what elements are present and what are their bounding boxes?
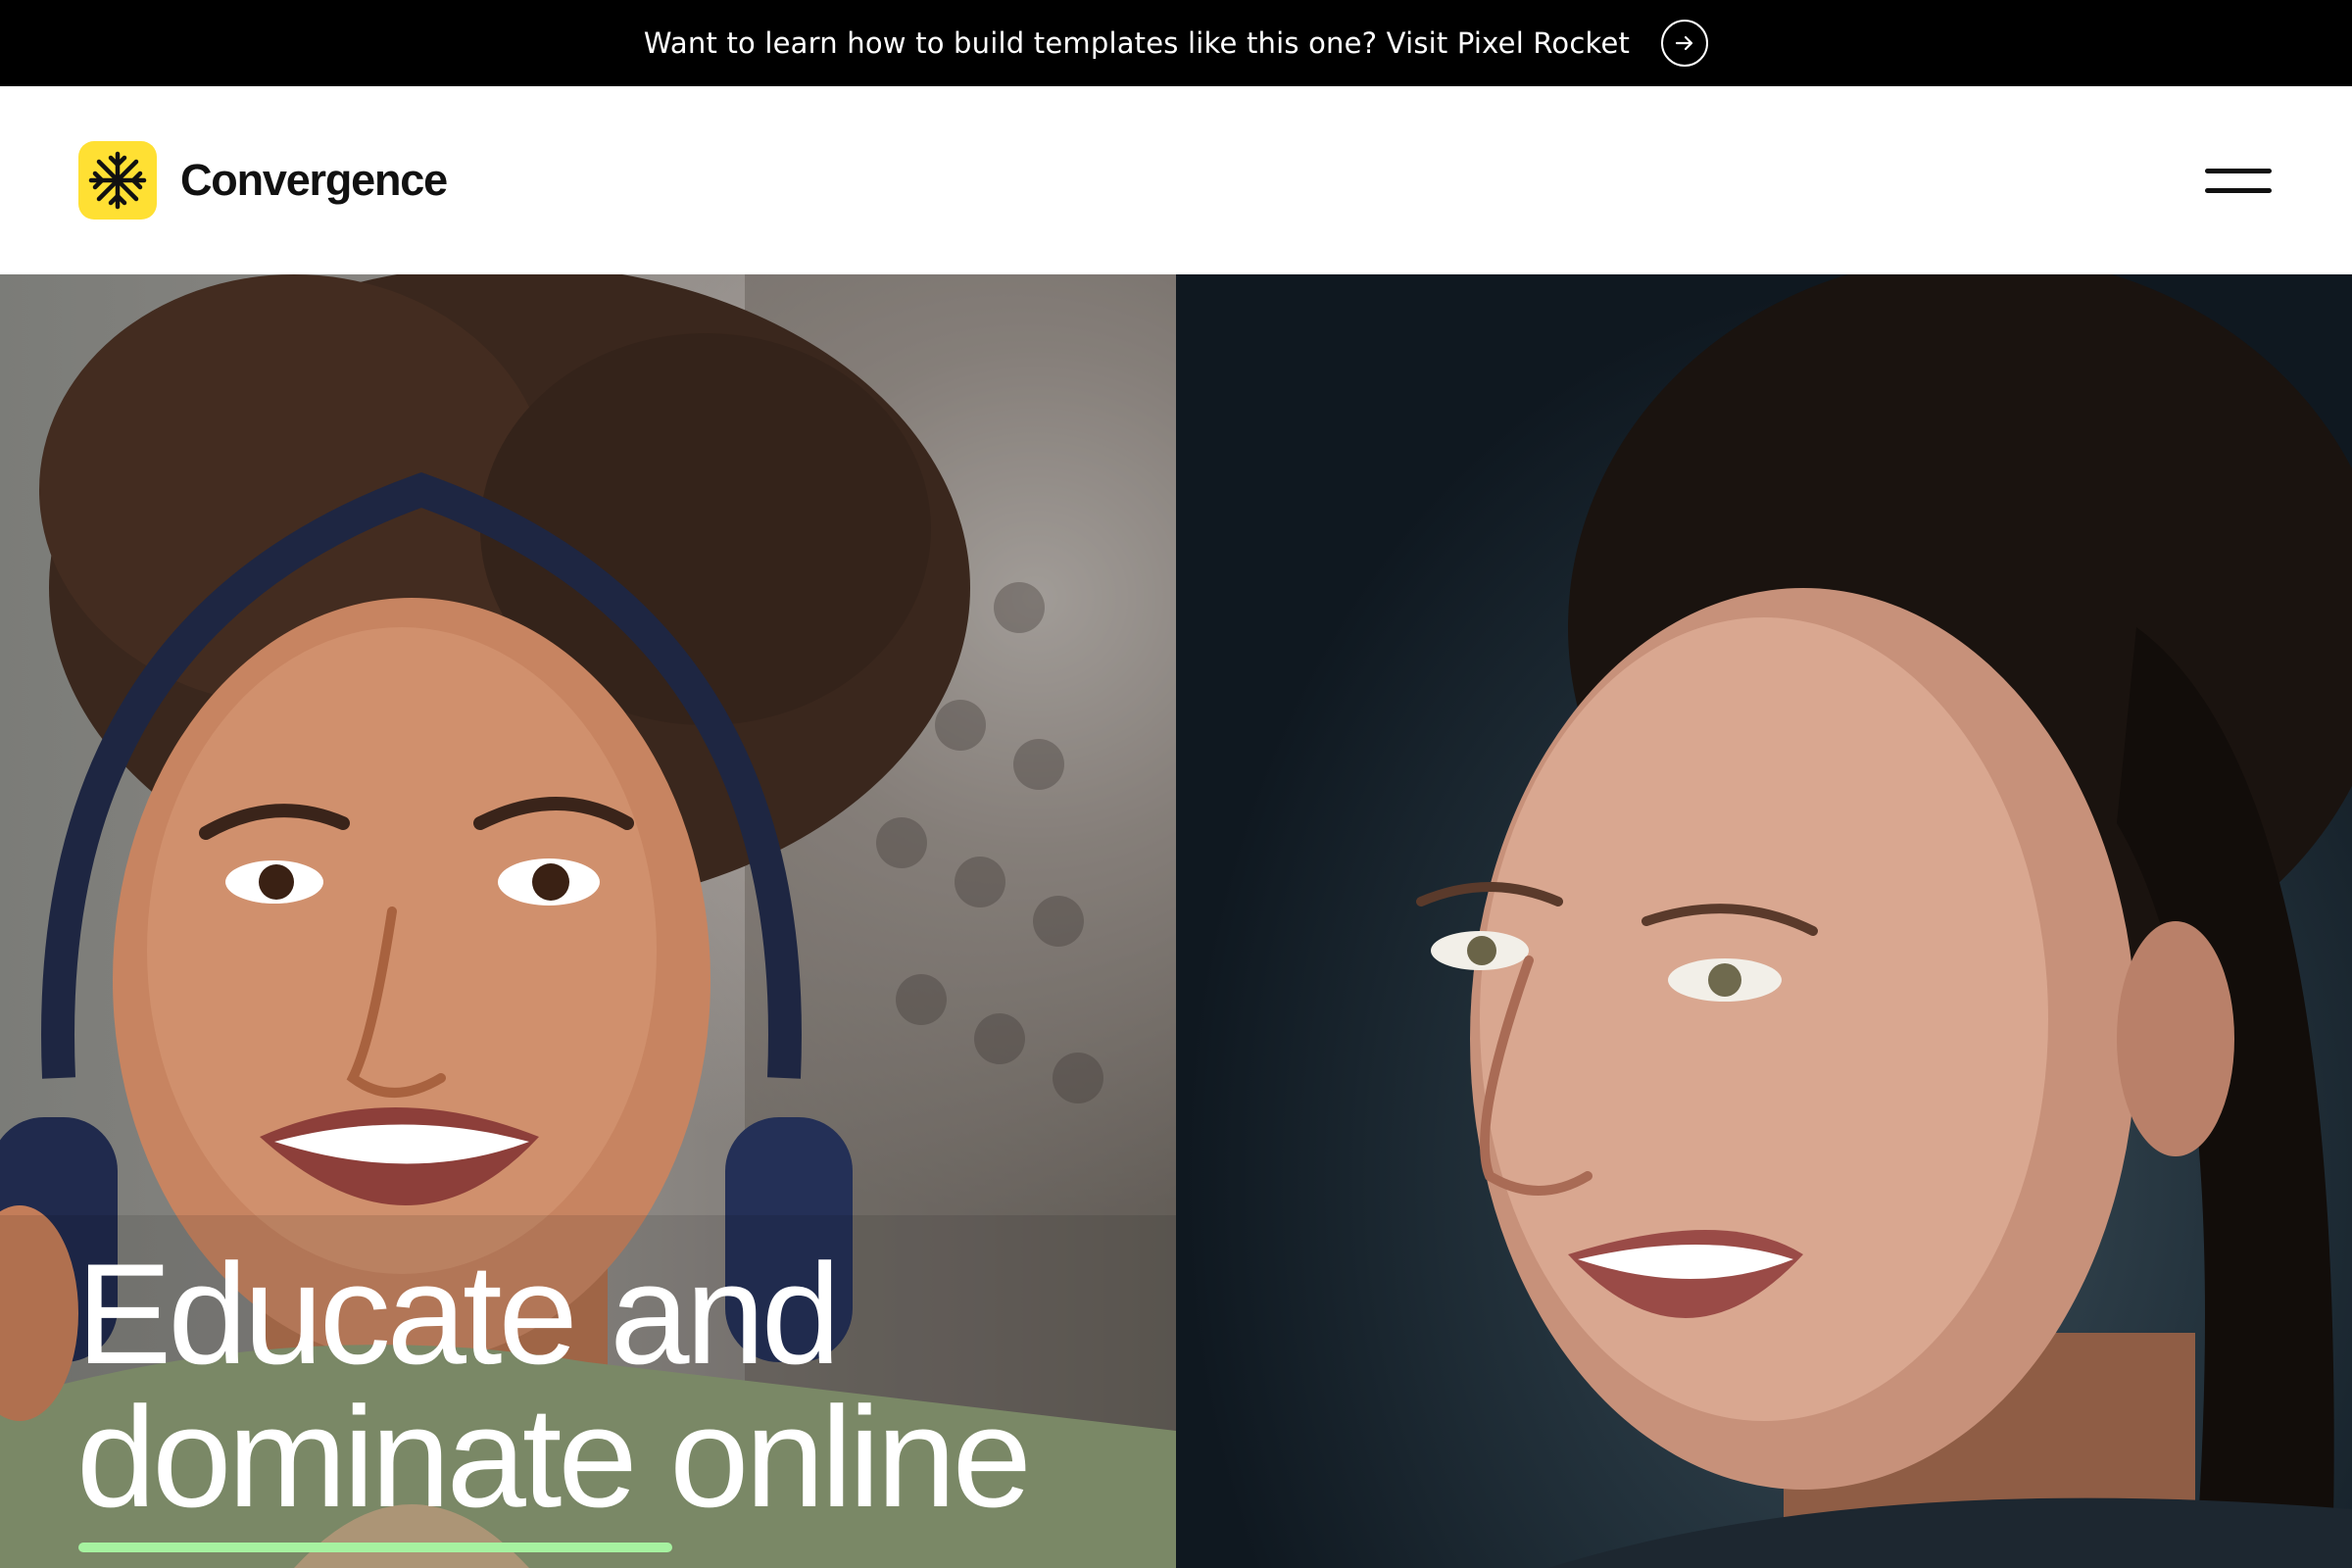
site-header: Convergence bbox=[0, 86, 2352, 274]
hero-section: Educate and dominate online bbox=[0, 274, 2352, 1568]
asterisk-logo-icon bbox=[78, 141, 157, 220]
logo-link[interactable]: Convergence bbox=[78, 141, 448, 220]
announcement-bar: Want to learn how to build templates lik… bbox=[0, 0, 2352, 86]
smiling-woman-photo bbox=[1176, 274, 2352, 1568]
title-underline-accent bbox=[78, 1543, 672, 1552]
menu-line-top bbox=[2205, 169, 2272, 173]
announcement-text[interactable]: Want to learn how to build templates lik… bbox=[644, 26, 1630, 60]
hero-title: Educate and dominate online bbox=[76, 1234, 1032, 1537]
hero-title-line-1: Educate and bbox=[76, 1234, 841, 1394]
hero-title-line-2: dominate online bbox=[76, 1377, 1032, 1537]
brand-name: Convergence bbox=[180, 155, 448, 205]
arrow-right-icon[interactable] bbox=[1661, 20, 1709, 67]
menu-line-bottom bbox=[2205, 188, 2272, 193]
hamburger-menu-icon[interactable] bbox=[2197, 163, 2276, 198]
